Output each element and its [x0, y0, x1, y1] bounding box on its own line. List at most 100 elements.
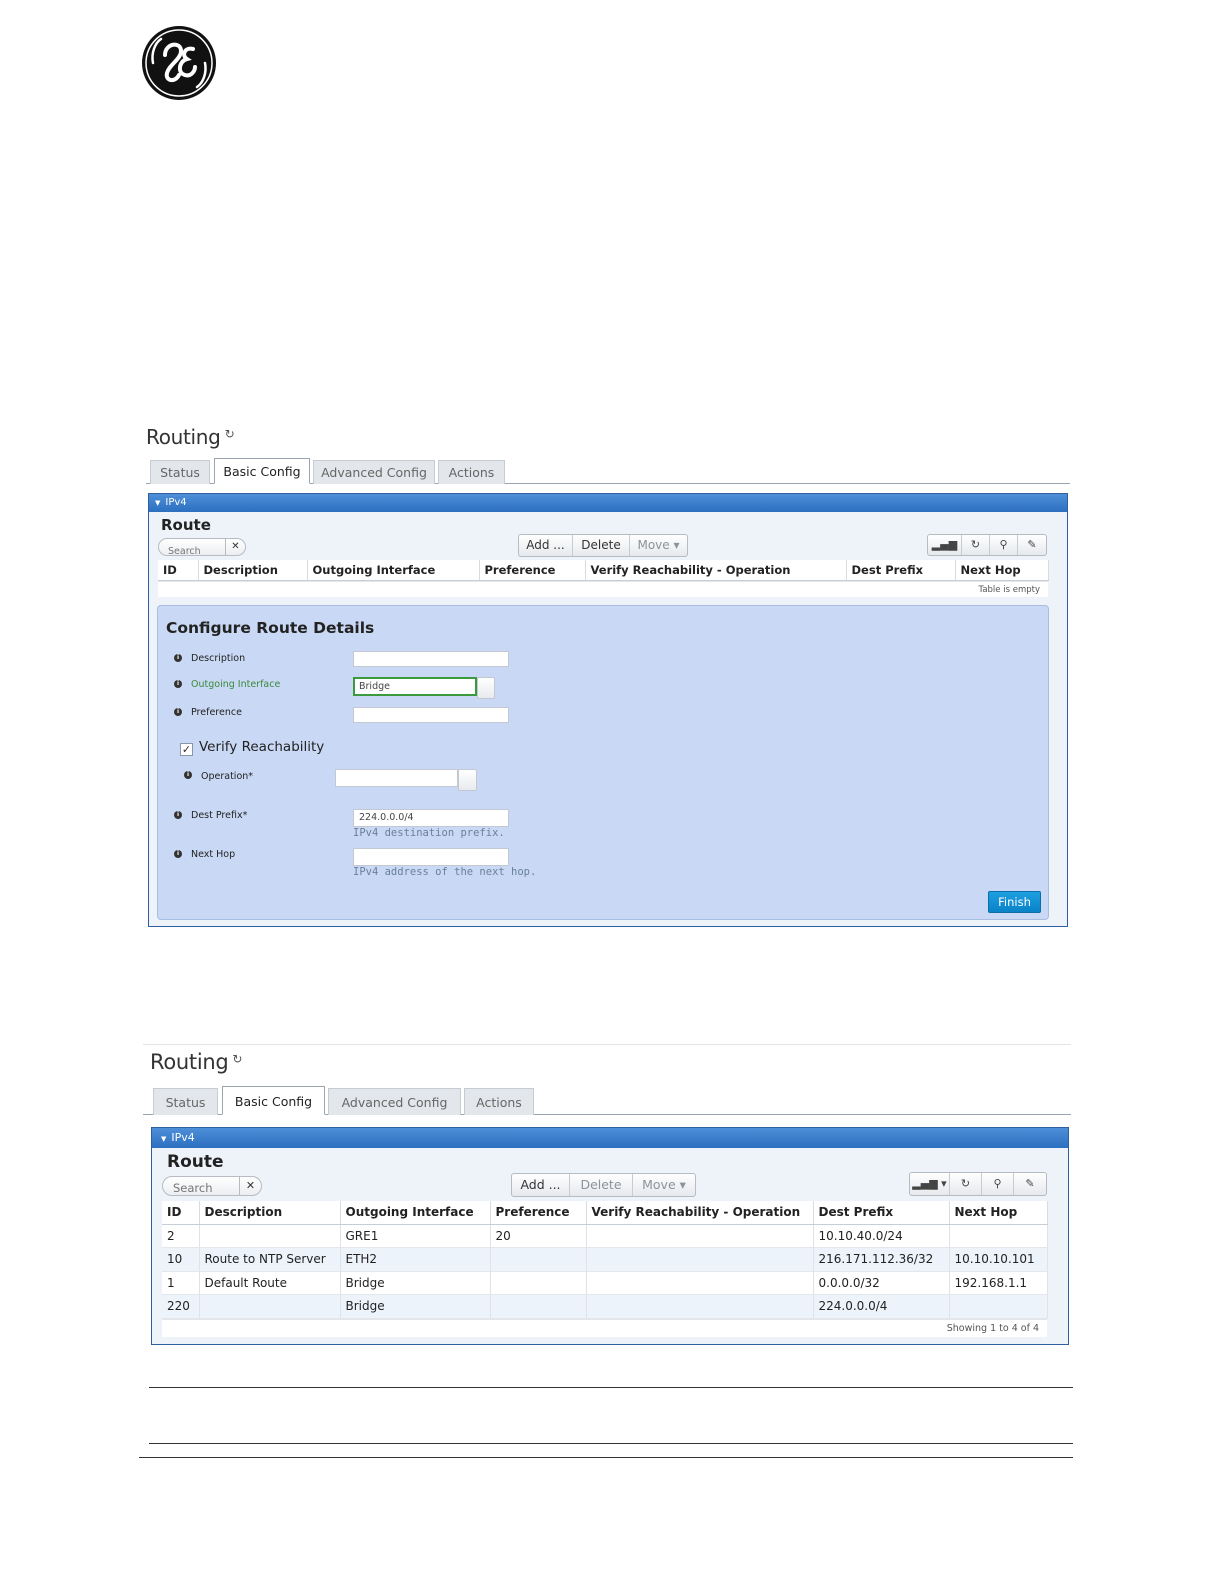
- table-footer: Table is empty: [158, 581, 1048, 597]
- col-header-outgoing-interface[interactable]: Outgoing Interface: [307, 560, 480, 581]
- col-header-description[interactable]: Description: [198, 560, 308, 581]
- refresh-icon[interactable]: ↻: [232, 1052, 242, 1066]
- routing-screen-route-list: Routing ↻ Status Basic Config Advanced Co…: [143, 1044, 1071, 1351]
- wrench-icon[interactable]: ✎: [1014, 1173, 1046, 1195]
- col-header-id[interactable]: ID: [162, 1201, 200, 1225]
- col-header-outgoing-interface[interactable]: Outgoing Interface: [340, 1201, 491, 1225]
- collapse-caret-icon: ▼: [161, 1135, 167, 1143]
- table-row[interactable]: 220 Bridge 224.0.0.0/4: [162, 1294, 1048, 1319]
- col-header-description[interactable]: Description: [199, 1201, 341, 1225]
- verify-reachability-label: Verify Reachability: [199, 739, 325, 755]
- outgoing-interface-input[interactable]: Bridge: [353, 677, 477, 696]
- cell-description: [199, 1224, 341, 1248]
- tab-advanced-config[interactable]: Advanced Config: [328, 1088, 461, 1115]
- cell-verify-reachability: [586, 1224, 814, 1248]
- cell-preference: [490, 1247, 587, 1272]
- move-button[interactable]: Move ▾: [630, 535, 687, 556]
- tab-status[interactable]: Status: [150, 460, 210, 484]
- info-icon[interactable]: i: [174, 708, 182, 716]
- cell-dest-prefix: 0.0.0.0/32: [813, 1271, 950, 1295]
- cell-verify-reachability: [586, 1294, 814, 1319]
- chart-icon[interactable]: ▂▄▆ ▾: [928, 535, 962, 555]
- outgoing-interface-dropdown-button[interactable]: [477, 677, 495, 699]
- cell-next-hop: [949, 1224, 1048, 1248]
- routes-table: ID Description Outgoing Interface Prefer…: [158, 560, 1049, 581]
- panel-header-label: IPv4: [171, 1131, 195, 1144]
- dest-prefix-input[interactable]: 224.0.0.0/4: [353, 809, 509, 827]
- add-button[interactable]: Add ...: [519, 535, 573, 556]
- col-header-verify-reachability[interactable]: Verify Reachability - Operation: [585, 560, 847, 581]
- info-icon[interactable]: i: [174, 654, 182, 662]
- chart-icon[interactable]: ▂▄▆ ▾: [910, 1173, 950, 1195]
- next-hop-hint: IPv4 address of the next hop.: [353, 866, 537, 878]
- search-icon[interactable]: ⚲: [990, 535, 1018, 555]
- cell-preference: [490, 1271, 587, 1295]
- table-row[interactable]: 2 GRE1 20 10.10.40.0/24: [162, 1224, 1048, 1248]
- search-input[interactable]: [173, 1179, 239, 1197]
- description-input[interactable]: [353, 651, 509, 667]
- move-button[interactable]: Move ▾: [633, 1174, 695, 1196]
- row-action-buttons: Add ... Delete Move ▾: [511, 1173, 696, 1197]
- form-title: Configure Route Details: [166, 619, 375, 637]
- tab-basic-config[interactable]: Basic Config: [214, 458, 310, 484]
- refresh-table-icon[interactable]: ↻: [962, 535, 990, 555]
- operation-input[interactable]: [335, 769, 458, 787]
- cell-outgoing-interface: Bridge: [340, 1294, 491, 1319]
- col-header-preference[interactable]: Preference: [490, 1201, 587, 1225]
- ipv4-panel: ▼ IPv4 Route ✕ Add ... Delete Move ▾ ▂▄▆ …: [148, 493, 1068, 927]
- preference-input[interactable]: [353, 707, 509, 723]
- col-header-verify-reachability[interactable]: Verify Reachability - Operation: [586, 1201, 814, 1225]
- info-icon[interactable]: i: [174, 680, 182, 688]
- clear-search-icon[interactable]: ✕: [225, 539, 245, 555]
- col-header-id[interactable]: ID: [158, 560, 199, 581]
- col-header-dest-prefix[interactable]: Dest Prefix: [846, 560, 956, 581]
- table-row[interactable]: 10 Route to NTP Server ETH2 216.171.112.…: [162, 1247, 1048, 1272]
- routing-screen-config-form: Routing ↻ Status Basic Config Advanced Co…: [146, 420, 1070, 932]
- tab-actions[interactable]: Actions: [438, 460, 505, 484]
- refresh-icon[interactable]: ↻: [225, 427, 235, 441]
- verify-reachability-checkbox[interactable]: ✓: [180, 743, 193, 756]
- clear-search-icon[interactable]: ✕: [239, 1177, 261, 1195]
- cell-next-hop: 10.10.10.101: [949, 1247, 1048, 1272]
- info-icon[interactable]: i: [174, 850, 182, 858]
- delete-button[interactable]: Delete: [573, 535, 630, 556]
- panel-header[interactable]: ▼ IPv4: [152, 1128, 1068, 1148]
- cell-dest-prefix: 10.10.40.0/24: [813, 1224, 950, 1248]
- ipv4-panel: ▼ IPv4 Route ✕ Add ... Delete Move ▾ ▂▄▆ …: [151, 1127, 1069, 1345]
- info-icon[interactable]: i: [184, 771, 192, 779]
- divider-line: [149, 1443, 1073, 1444]
- col-header-dest-prefix[interactable]: Dest Prefix: [813, 1201, 950, 1225]
- row-action-buttons: Add ... Delete Move ▾: [518, 534, 688, 557]
- cell-outgoing-interface: GRE1: [340, 1224, 491, 1248]
- cell-id: 10: [162, 1247, 200, 1272]
- col-header-next-hop[interactable]: Next Hop: [955, 560, 1049, 581]
- cell-verify-reachability: [586, 1271, 814, 1295]
- tab-actions[interactable]: Actions: [464, 1088, 534, 1115]
- cell-dest-prefix: 224.0.0.0/4: [813, 1294, 950, 1319]
- col-header-preference[interactable]: Preference: [479, 560, 586, 581]
- search-icon[interactable]: ⚲: [982, 1173, 1014, 1195]
- operation-dropdown-button[interactable]: [458, 769, 477, 791]
- finish-button[interactable]: Finish: [988, 891, 1041, 913]
- page-title: Routing ↻: [150, 1050, 242, 1074]
- cell-preference: 20: [490, 1224, 587, 1248]
- delete-button[interactable]: Delete: [570, 1174, 633, 1196]
- table-tools: ▂▄▆ ▾ ↻ ⚲ ✎: [909, 1172, 1047, 1196]
- table-row[interactable]: 1 Default Route Bridge 0.0.0.0/32 192.16…: [162, 1271, 1048, 1295]
- next-hop-input[interactable]: [353, 848, 509, 866]
- refresh-table-icon[interactable]: ↻: [950, 1173, 982, 1195]
- tab-basic-config[interactable]: Basic Config: [222, 1086, 325, 1115]
- routes-table: ID Description Outgoing Interface Prefer…: [162, 1201, 1048, 1319]
- search-input[interactable]: [168, 543, 226, 560]
- tab-advanced-config[interactable]: Advanced Config: [313, 460, 435, 484]
- add-button[interactable]: Add ...: [512, 1174, 570, 1196]
- wrench-icon[interactable]: ✎: [1018, 535, 1046, 555]
- configure-route-form: Configure Route Details i Description i …: [157, 605, 1049, 920]
- cell-next-hop: 192.168.1.1: [949, 1271, 1048, 1295]
- info-icon[interactable]: i: [174, 811, 182, 819]
- panel-header[interactable]: ▼ IPv4: [149, 494, 1067, 512]
- description-label: Description: [191, 653, 246, 664]
- cell-description: Route to NTP Server: [199, 1247, 341, 1272]
- tab-status[interactable]: Status: [153, 1088, 218, 1115]
- col-header-next-hop[interactable]: Next Hop: [949, 1201, 1048, 1225]
